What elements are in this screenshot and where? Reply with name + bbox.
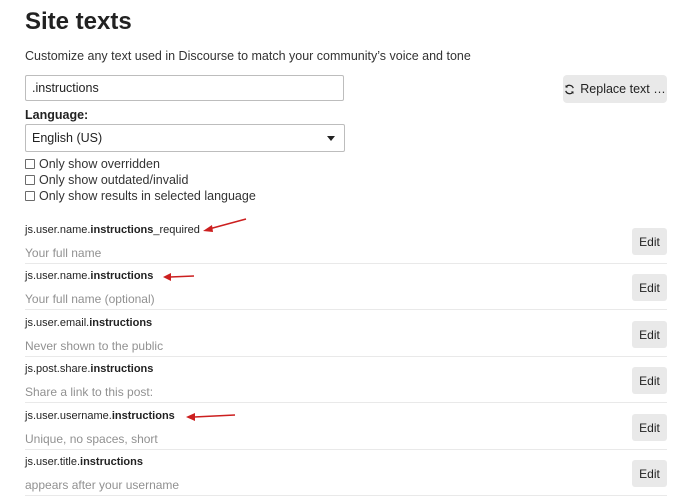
language-selected-value: English (US)	[32, 131, 103, 145]
checkbox[interactable]	[25, 159, 35, 169]
filter-only-outdated[interactable]: Only show outdated/invalid	[25, 173, 188, 187]
site-text-row: js.post.share.instructions Share a link …	[25, 357, 667, 403]
edit-button[interactable]: Edit	[632, 228, 667, 255]
site-text-key: js.user.name.instructions_required	[25, 224, 200, 236]
annotation-arrow	[163, 273, 195, 281]
edit-button[interactable]: Edit	[632, 414, 667, 441]
site-text-key: js.post.share.instructions	[25, 363, 154, 375]
site-text-value: Share a link to this post:	[25, 385, 154, 399]
replace-text-label: Replace text …	[580, 82, 666, 96]
search-input-value: .instructions	[32, 81, 99, 95]
annotation-arrow	[186, 413, 236, 421]
filter-label: Only show results in selected language	[39, 189, 256, 203]
filter-selected-language[interactable]: Only show results in selected language	[25, 189, 256, 203]
site-text-value: Your full name	[25, 246, 102, 260]
annotation-arrow	[203, 218, 247, 232]
edit-button[interactable]: Edit	[632, 274, 667, 301]
filter-label: Only show overridden	[39, 157, 160, 171]
edit-button[interactable]: Edit	[632, 321, 667, 348]
replace-text-button[interactable]: Replace text …	[563, 75, 667, 103]
site-text-value: appears after your username	[25, 478, 180, 492]
page-subtitle: Customize any text used in Discourse to …	[25, 49, 471, 63]
site-text-row: js.user.username.instructions Unique, no…	[25, 404, 667, 450]
edit-button[interactable]: Edit	[632, 460, 667, 487]
site-text-value: Your full name (optional)	[25, 292, 155, 306]
language-label: Language:	[25, 108, 89, 122]
site-text-key: js.user.email.instructions	[25, 317, 153, 329]
site-text-value: Unique, no spaces, short	[25, 432, 158, 446]
search-input[interactable]: .instructions	[25, 75, 344, 101]
site-text-value: Never shown to the public	[25, 339, 164, 353]
filter-label: Only show outdated/invalid	[39, 173, 189, 187]
site-text-key: js.user.username.instructions	[25, 410, 175, 422]
edit-button[interactable]: Edit	[632, 367, 667, 394]
refresh-icon	[565, 84, 575, 94]
caret-down-icon	[327, 135, 335, 141]
site-text-key: js.user.name.instructions	[25, 270, 154, 282]
page-title: Site texts	[25, 8, 132, 35]
site-text-row: js.user.name.instructions Your full name…	[25, 264, 667, 310]
site-text-row: js.user.title.instructions appears after…	[25, 450, 667, 496]
language-select[interactable]: English (US)	[25, 124, 345, 152]
filter-only-overridden[interactable]: Only show overridden	[25, 157, 160, 171]
site-text-row: js.user.name.instructions_required Your …	[25, 218, 667, 264]
site-text-row: js.user.email.instructions Never shown t…	[25, 311, 667, 357]
checkbox[interactable]	[25, 191, 35, 201]
site-text-key: js.user.title.instructions	[25, 456, 143, 468]
checkbox[interactable]	[25, 175, 35, 185]
